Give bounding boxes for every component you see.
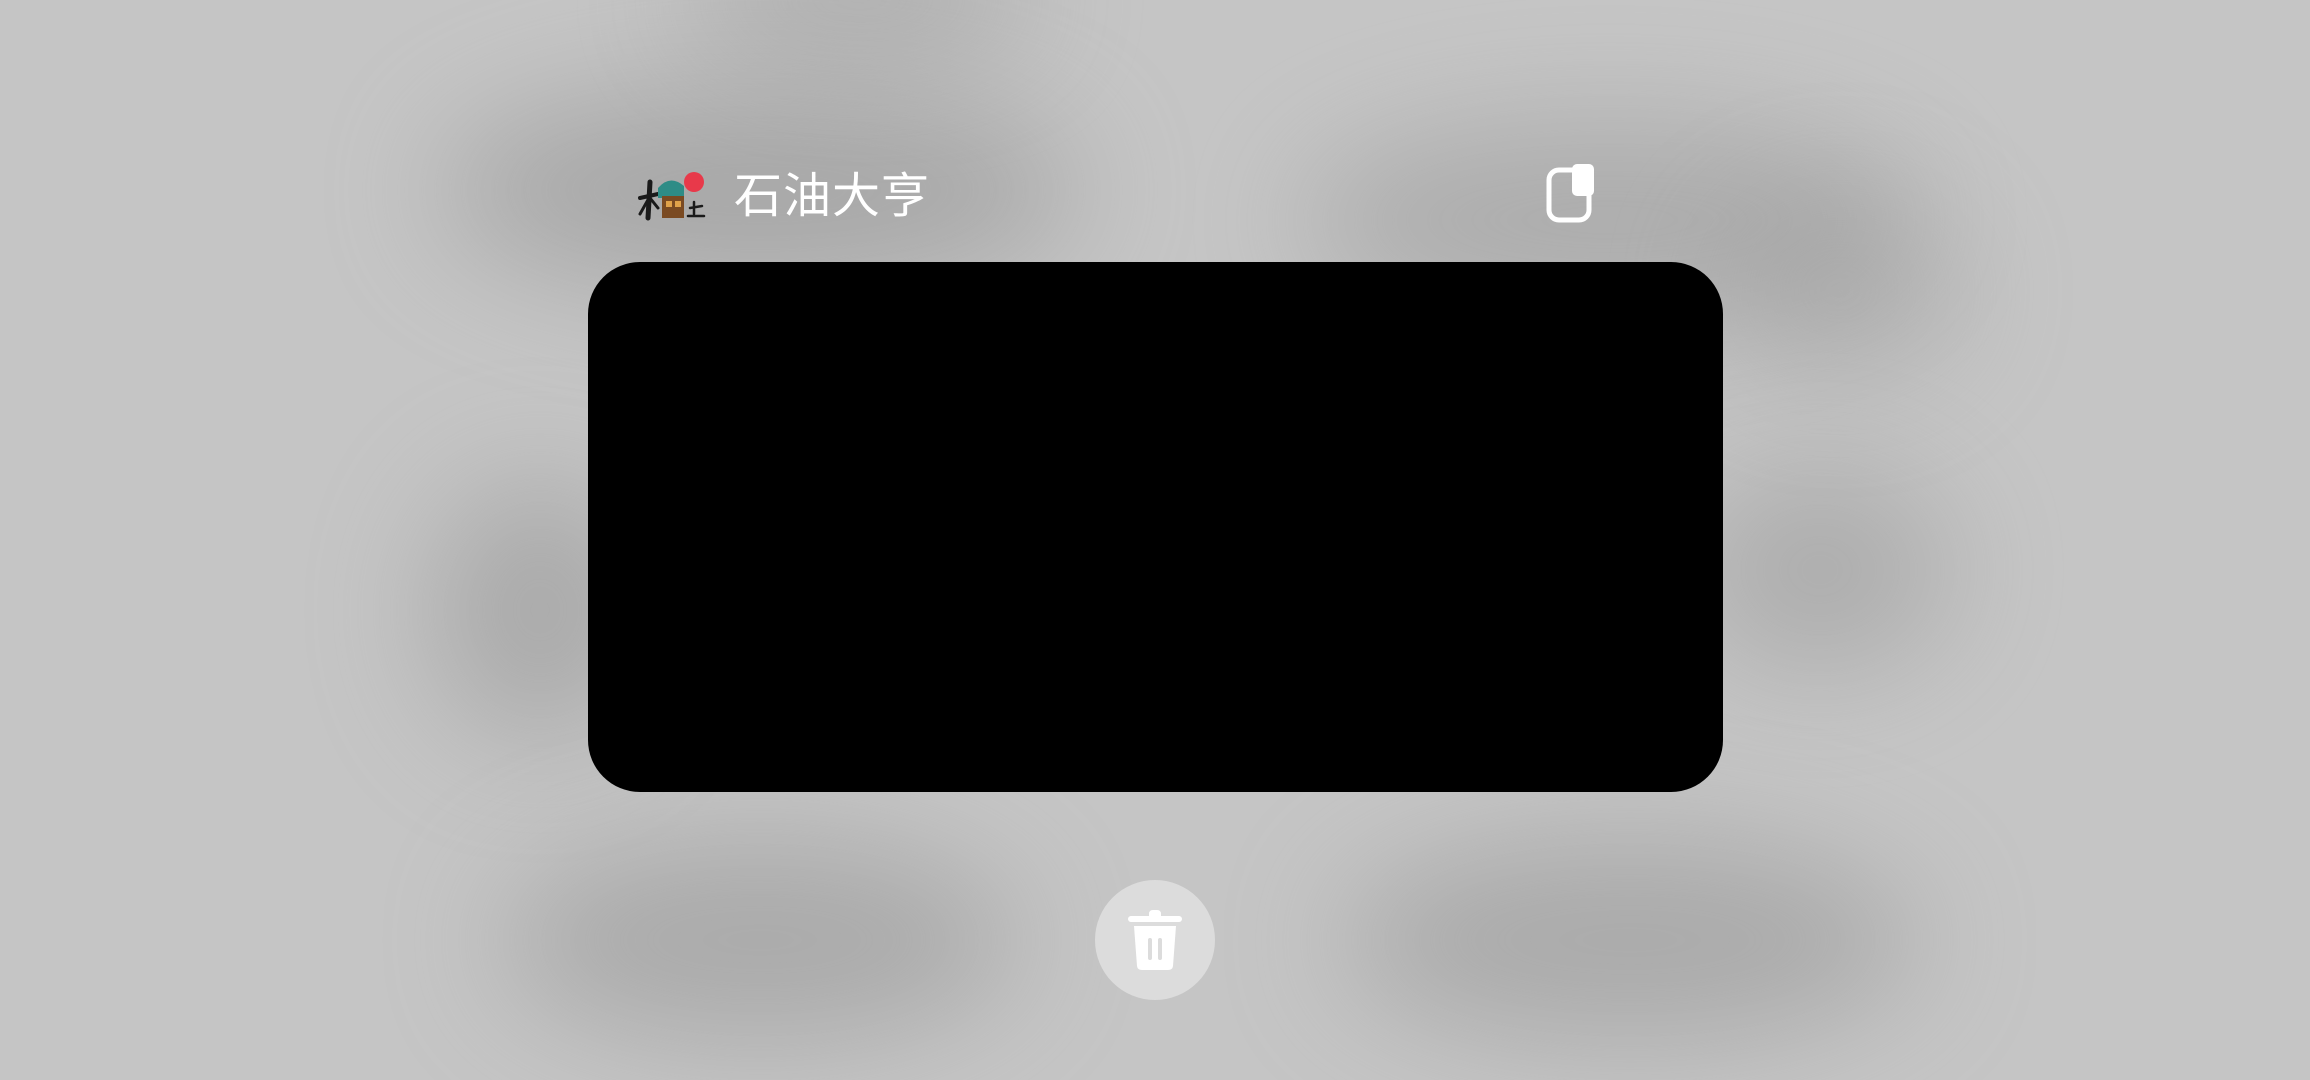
split-screen-button[interactable] (1542, 160, 1606, 228)
clear-all-button[interactable] (1095, 880, 1215, 1000)
app-title: 石油大亨 (734, 168, 931, 224)
trash-icon (1128, 910, 1182, 970)
app-logo-icon (636, 168, 708, 224)
app-preview-thumbnail[interactable] (588, 262, 1723, 792)
task-card-header: 石油大亨 (636, 160, 1636, 232)
split-screen-icon (1546, 164, 1594, 223)
